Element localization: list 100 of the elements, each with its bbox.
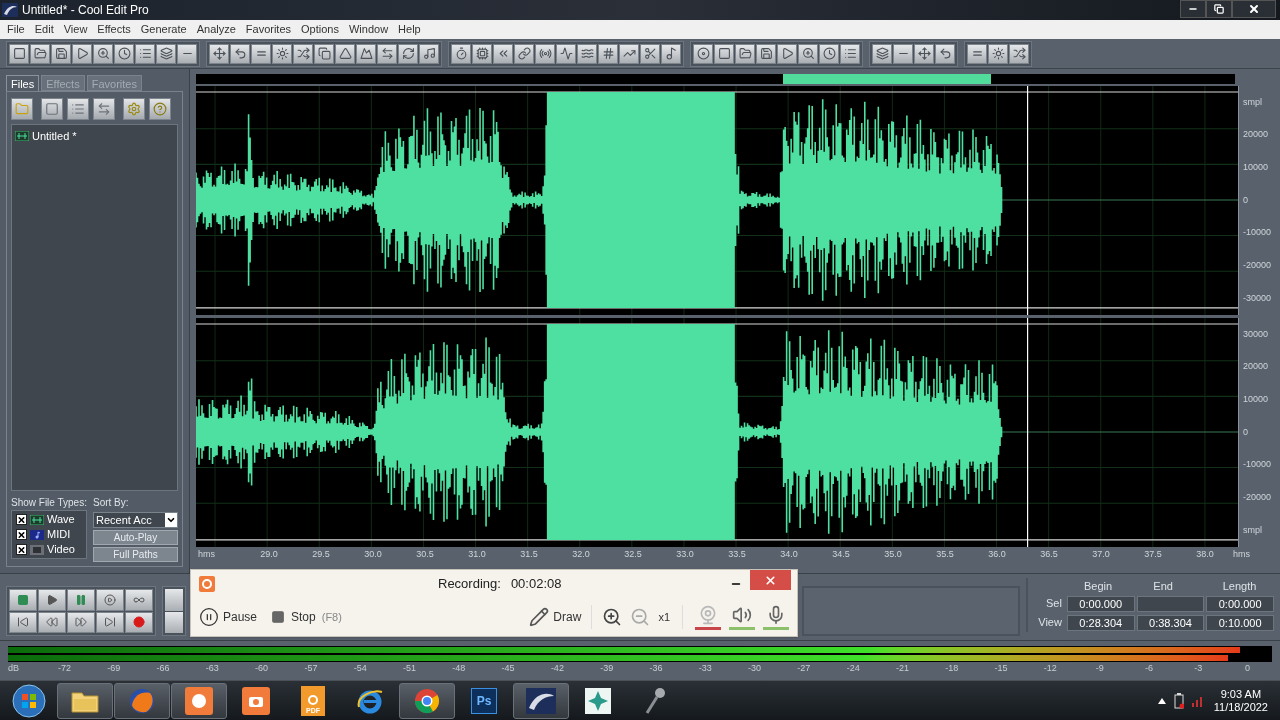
toolbar-button[interactable]: [714, 43, 734, 64]
panel-tool-button[interactable]: [123, 98, 145, 120]
zoom-button[interactable]: [165, 611, 183, 633]
toolbar-button[interactable]: [556, 43, 576, 64]
transport-button[interactable]: [125, 589, 153, 611]
toolbar-button[interactable]: [230, 43, 250, 64]
time-field[interactable]: 0:00.000: [1066, 595, 1135, 612]
toolbar-button[interactable]: [451, 43, 471, 64]
restore-button[interactable]: [1206, 0, 1232, 18]
transport-button[interactable]: [96, 589, 124, 611]
toolbar-button[interactable]: [598, 43, 618, 64]
toolbar-button[interactable]: [398, 43, 418, 64]
overview-bar[interactable]: [196, 74, 1235, 84]
toolbar-button[interactable]: [356, 43, 376, 64]
sort-dropdown[interactable]: Recent Acc: [93, 512, 178, 528]
toolbar-button[interactable]: [72, 43, 92, 64]
toolbar-button[interactable]: [914, 43, 934, 64]
taskbar-button[interactable]: [399, 682, 455, 719]
transport-button[interactable]: [9, 589, 37, 611]
menu-item[interactable]: View: [58, 21, 93, 38]
toolbar-button[interactable]: [756, 43, 776, 64]
device-toggle[interactable]: [729, 604, 755, 630]
panel-tool-button[interactable]: [11, 98, 33, 120]
toolbar-button[interactable]: [535, 43, 555, 64]
toolbar-button[interactable]: [9, 43, 29, 64]
toolbar-button[interactable]: [335, 43, 355, 64]
toolbar-button[interactable]: [840, 43, 860, 64]
toolbar-button[interactable]: [735, 43, 755, 64]
taskbar-button[interactable]: [57, 682, 113, 719]
zoom-in-button[interactable]: [602, 607, 623, 627]
toolbar-button[interactable]: [967, 43, 987, 64]
panel-tool-button[interactable]: [93, 98, 115, 120]
toolbar-button[interactable]: [177, 43, 197, 64]
toolbar-button[interactable]: [619, 43, 639, 64]
panel-tool-button[interactable]: [67, 98, 89, 120]
menu-item[interactable]: Favorites: [240, 21, 297, 38]
toolbar-button[interactable]: [93, 43, 113, 64]
menu-item[interactable]: Options: [296, 21, 344, 38]
device-toggle[interactable]: [763, 604, 789, 630]
toolbar-button[interactable]: [988, 43, 1008, 64]
time-field[interactable]: 0:10.000: [1206, 614, 1274, 631]
toolbar-button[interactable]: [493, 43, 513, 64]
draw-button[interactable]: Draw: [529, 607, 582, 627]
toolbar-button[interactable]: [798, 43, 818, 64]
menu-item[interactable]: Help: [393, 21, 426, 38]
checkbox[interactable]: [16, 544, 27, 555]
menu-item[interactable]: Analyze: [191, 21, 241, 38]
close-button[interactable]: [1232, 0, 1276, 18]
toolbar-button[interactable]: [1009, 43, 1029, 64]
toolbar-button[interactable]: [114, 43, 134, 64]
toolbar-button[interactable]: [893, 43, 913, 64]
menu-item[interactable]: Window: [344, 21, 394, 38]
toolbar-button[interactable]: [135, 43, 155, 64]
toolbar-button[interactable]: [209, 43, 229, 64]
toolbar-button[interactable]: [693, 43, 713, 64]
menu-item[interactable]: Generate: [135, 21, 192, 38]
menu-item[interactable]: Edit: [29, 21, 59, 38]
toolbar-button[interactable]: [777, 43, 797, 64]
toolbar-button[interactable]: [661, 43, 681, 64]
transport-button[interactable]: [38, 611, 66, 633]
stop-button[interactable]: Stop (F8): [271, 608, 342, 626]
checkbox[interactable]: [16, 514, 27, 525]
toolbar-button[interactable]: [514, 43, 534, 64]
menu-item[interactable]: Effects: [92, 21, 136, 38]
toolbar-button[interactable]: [30, 43, 50, 64]
toolbar-button[interactable]: [156, 43, 176, 64]
toolbar-button[interactable]: [419, 43, 439, 64]
toolbar-button[interactable]: [272, 43, 292, 64]
transport-button[interactable]: [9, 611, 37, 633]
file-entry[interactable]: Untitled *: [15, 128, 174, 145]
transport-button[interactable]: [38, 589, 66, 611]
toolbar-button[interactable]: [819, 43, 839, 64]
transport-button[interactable]: [67, 589, 95, 611]
menu-item[interactable]: File: [2, 21, 30, 38]
minimize-button[interactable]: [1180, 0, 1206, 18]
taskbar-button[interactable]: [171, 682, 227, 719]
toolbar-button[interactable]: [293, 43, 313, 64]
panel-tool-button[interactable]: [41, 98, 63, 120]
device-toggle[interactable]: [695, 604, 721, 630]
toolbar-button[interactable]: [314, 43, 334, 64]
time-field[interactable]: 0:38.304: [1136, 614, 1205, 631]
toolbar-button[interactable]: [472, 43, 492, 64]
toolbar-button[interactable]: [51, 43, 71, 64]
checkbox[interactable]: [16, 529, 27, 540]
pause-button[interactable]: Pause: [199, 607, 258, 627]
time-field[interactable]: 0:00.000: [1206, 595, 1274, 612]
time-field[interactable]: 0:28.304: [1066, 614, 1135, 631]
toolbar-button[interactable]: [377, 43, 397, 64]
toolbar-button[interactable]: [872, 43, 892, 64]
panel-tool-button[interactable]: [149, 98, 171, 120]
transport-button[interactable]: [67, 611, 95, 633]
transport-button[interactable]: [125, 611, 153, 633]
taskbar-button[interactable]: Ps: [456, 682, 512, 719]
transport-button[interactable]: [96, 611, 124, 633]
toolbar-button[interactable]: [640, 43, 660, 64]
taskbar-button[interactable]: [513, 682, 569, 719]
toolbar-button[interactable]: [251, 43, 271, 64]
toolbar-button[interactable]: [935, 43, 955, 64]
panel-tab[interactable]: Files: [6, 75, 40, 91]
time-field[interactable]: [1136, 595, 1205, 612]
